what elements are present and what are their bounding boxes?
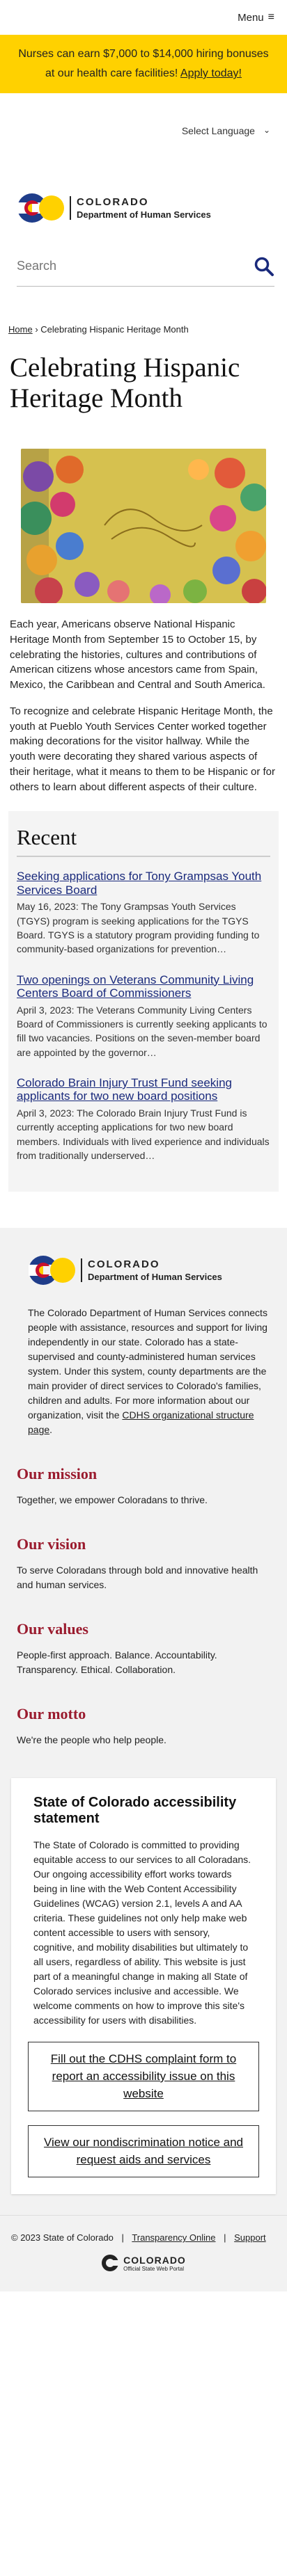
search-icon[interactable]	[254, 256, 274, 277]
footer-description: The Colorado Department of Human Service…	[0, 1295, 287, 1437]
mission-text: Together, we empower Coloradans to thriv…	[17, 1494, 208, 1506]
breadcrumb-current: Celebrating Hispanic Heritage Month	[40, 324, 189, 335]
logo-line-1: COLORADO	[77, 196, 149, 208]
breadcrumb-separator: ›	[35, 324, 38, 335]
post-title-link[interactable]: Two openings on Veterans Community Livin…	[17, 973, 270, 1000]
paper-flowers-decoration-image	[21, 449, 266, 604]
accessibility-text: The State of Colorado is committed to pr…	[33, 1839, 251, 2026]
post-title-link[interactable]: Colorado Brain Injury Trust Fund seeking…	[17, 1076, 270, 1103]
state-logo-line-2: Official State Web Portal	[123, 2265, 185, 2272]
footer-logo-text: COLORADO Department of Human Services	[81, 1258, 222, 1283]
post-excerpt: May 16, 2023: The Tony Grampsas Youth Se…	[17, 901, 260, 955]
colorado-c-logo-icon	[17, 193, 64, 223]
footer-values: Our values People-first approach. Balanc…	[0, 1620, 287, 1677]
footer-description-end: .	[49, 1424, 53, 1436]
footer-logo-line-2: Department of Human Services	[88, 1272, 222, 1283]
article-body: Each year, Americans observe National Hi…	[0, 603, 287, 794]
page: Menu ≡ Nurses can earn $7,000 to $14,000…	[0, 0, 287, 2576]
menu-button[interactable]: Menu ≡	[238, 11, 274, 24]
apply-today-link[interactable]: Apply today!	[180, 67, 242, 79]
footer-mission: Our mission Together, we empower Colorad…	[0, 1465, 287, 1507]
support-link[interactable]: Support	[234, 2232, 266, 2243]
post-excerpt: April 3, 2023: The Colorado Brain Injury…	[17, 1107, 270, 1161]
article-paragraph: To recognize and celebrate Hispanic Heri…	[10, 705, 276, 793]
menu-label: Menu	[238, 11, 264, 24]
language-select-label: Select Language	[181, 125, 255, 136]
transparency-online-link[interactable]: Transparency Online	[132, 2232, 215, 2243]
breadcrumb-home-link[interactable]: Home	[8, 324, 33, 335]
hamburger-icon: ≡	[267, 11, 274, 23]
footer: COLORADO Department of Human Services Th…	[0, 1228, 287, 2292]
colorado-state-portal-logo[interactable]: COLORADO Official State Web Portal	[11, 2254, 276, 2272]
copyright: © 2023 State of Colorado	[11, 2232, 114, 2243]
vision-heading: Our vision	[17, 1535, 86, 1553]
footer-cdhs-logo[interactable]: COLORADO Department of Human Services	[0, 1246, 287, 1295]
colorado-c-logo-icon	[29, 1256, 75, 1286]
recent-heading: Recent	[17, 825, 270, 858]
hero-image	[21, 449, 266, 604]
breadcrumb: Home › Celebrating Hispanic Heritage Mon…	[0, 287, 287, 335]
search-input[interactable]	[17, 259, 254, 273]
state-logo-text: COLORADO Official State Web Portal	[123, 2255, 186, 2272]
article-paragraph: Each year, Americans observe National Hi…	[10, 618, 265, 691]
motto-text: We're the people who help people.	[17, 1734, 166, 1746]
footer-vision: Our vision To serve Coloradans through b…	[0, 1535, 287, 1592]
motto-heading: Our motto	[17, 1705, 86, 1723]
post-excerpt: April 3, 2023: The Veterans Community Li…	[17, 1004, 267, 1058]
logo-text: COLORADO Department of Human Services	[70, 196, 211, 220]
accessibility-statement: State of Colorado accessibility statemen…	[11, 1778, 276, 2195]
mission-heading: Our mission	[17, 1465, 98, 1483]
post-title-link[interactable]: Seeking applications for Tony Grampsas Y…	[17, 870, 270, 897]
values-heading: Our values	[17, 1620, 88, 1638]
list-item: Colorado Brain Injury Trust Fund seeking…	[17, 1076, 270, 1162]
list-item: Seeking applications for Tony Grampsas Y…	[17, 870, 270, 956]
bottom-bar: © 2023 State of Colorado | Transparency …	[0, 2215, 287, 2292]
accessibility-heading: State of Colorado accessibility statemen…	[33, 1795, 237, 1827]
top-bar: Menu ≡	[0, 0, 287, 35]
state-logo-line-1: COLORADO	[123, 2254, 186, 2266]
recent-posts: Recent Seeking applications for Tony Gra…	[8, 811, 279, 1192]
separator: |	[224, 2232, 226, 2243]
page-title: Celebrating Hispanic Heritage Month	[10, 353, 240, 414]
chevron-down-icon: ⌄	[263, 125, 270, 135]
bottom-links: © 2023 State of Colorado | Transparency …	[11, 2232, 276, 2243]
complaint-form-button[interactable]: Fill out the CDHS complaint form to repo…	[28, 2042, 259, 2112]
footer-motto: Our motto We're the people who help peop…	[0, 1705, 287, 1747]
nondiscrimination-notice-button[interactable]: View our nondiscrimination notice and re…	[28, 2125, 259, 2178]
colorado-c-icon	[102, 2255, 120, 2272]
alert-banner: Nurses can earn $7,000 to $14,000 hiring…	[0, 35, 287, 93]
vision-text: To serve Coloradans through bold and inn…	[17, 1565, 258, 1591]
search-bar	[17, 246, 274, 287]
logo-line-2: Department of Human Services	[77, 209, 211, 220]
footer-logo-line-1: COLORADO	[88, 1258, 160, 1271]
values-text: People-first approach. Balance. Accounta…	[17, 1649, 217, 1676]
list-item: Two openings on Veterans Community Livin…	[17, 973, 270, 1059]
footer-description-text: The Colorado Department of Human Service…	[28, 1307, 267, 1421]
separator: |	[121, 2232, 124, 2243]
